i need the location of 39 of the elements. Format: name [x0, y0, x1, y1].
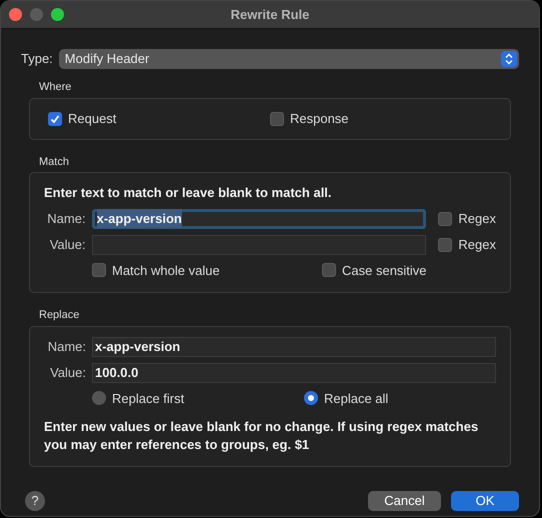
radio-label: Replace all: [324, 390, 388, 408]
checkbox-label: Request: [68, 110, 116, 128]
checkbox-label: Response: [290, 110, 349, 128]
checkbox-label: Regex: [458, 210, 496, 228]
window-title: Rewrite Rule: [230, 6, 310, 24]
checkbox[interactable]: [322, 263, 336, 278]
chevron-updown-icon: [501, 51, 517, 67]
input-field[interactable]: 100.0.0: [92, 362, 496, 382]
checkbox-label: Regex: [458, 236, 496, 254]
field-label: Name:: [46, 338, 86, 356]
group-title: Replace: [39, 308, 80, 323]
match-instruction: Enter text to match or leave blank to match all.: [44, 184, 333, 202]
zoom-button[interactable]: [51, 8, 64, 21]
checkbox[interactable]: [270, 112, 284, 126]
input-field[interactable]: x-app-version: [92, 208, 426, 228]
radio-button[interactable]: [304, 391, 318, 406]
minimize-button[interactable]: [30, 8, 43, 21]
input-field[interactable]: [92, 234, 426, 254]
group-title: Match: [39, 154, 70, 170]
field-label: Name:: [46, 210, 86, 228]
checkbox-label: Match whole value: [112, 262, 220, 280]
replace-note: Enter new values or leave blank for no change. If using regex matches you may enter references to groups, eg. $1: [44, 418, 480, 454]
checkbox-label: Case sensitive: [342, 262, 427, 280]
field-label: Value:: [49, 364, 86, 382]
radio-label: Replace first: [112, 390, 184, 408]
checkbox[interactable]: [92, 263, 106, 278]
radio-button[interactable]: [92, 391, 106, 406]
ok-button[interactable]: OK: [451, 491, 519, 511]
checkbox[interactable]: [48, 112, 62, 126]
checkbox[interactable]: [438, 238, 452, 252]
input-field[interactable]: x-app-version: [92, 336, 496, 356]
type-label: Type:: [21, 50, 53, 68]
help-button[interactable]: ?: [25, 491, 45, 511]
group-title: Where: [39, 80, 72, 95]
type-select[interactable]: Modify Header: [58, 49, 519, 69]
checkbox[interactable]: [438, 212, 452, 226]
close-button[interactable]: [9, 8, 22, 21]
cancel-button[interactable]: Cancel: [368, 491, 441, 511]
field-label: Value:: [48, 236, 86, 254]
